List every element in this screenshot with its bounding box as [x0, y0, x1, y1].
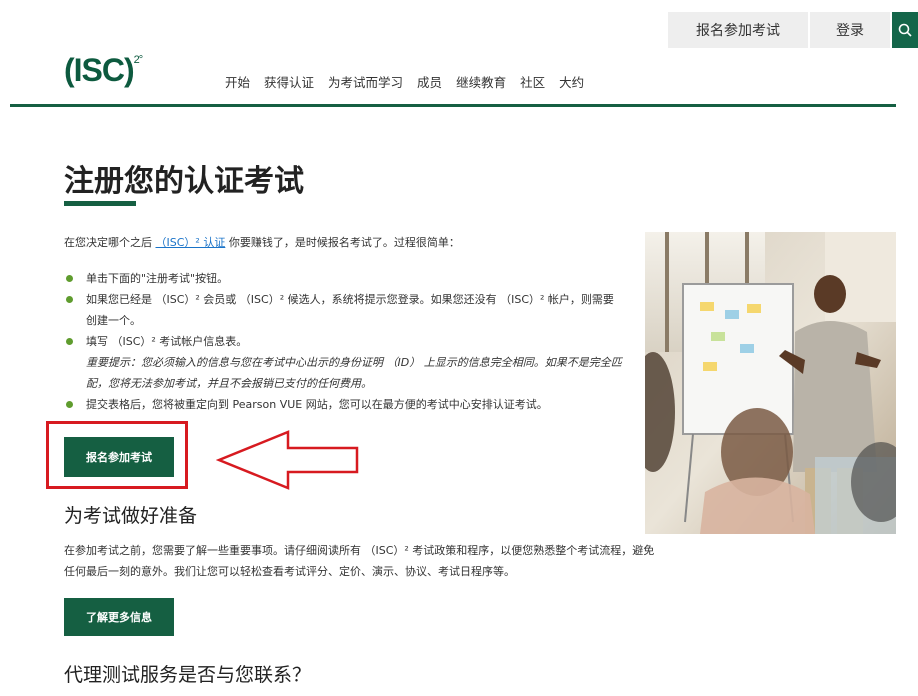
- step-1-text: 单击下面的"注册考试"按钮。: [86, 272, 229, 285]
- intro-after: 你要赚钱了，是时候报名考试了。过程很简单：: [228, 236, 460, 249]
- nav-item-community[interactable]: 社区: [520, 72, 545, 91]
- list-item: 提交表格后，您将被重定向到 Pearson VUE 网站，您可以在最方便的考试中…: [64, 394, 624, 415]
- list-item: 填写 （ISC）² 考试帐户信息表。 重要提示：您必须输入的信息与您在考试中心出…: [64, 331, 624, 394]
- bullet-icon: [66, 338, 73, 345]
- step-4-text: 提交表格后，您将被重定向到 Pearson VUE 网站，您可以在最方便的考试中…: [86, 398, 548, 411]
- main-nav: 开始 获得认证 为考试而学习 成员 继续教育 社区 大约: [225, 72, 598, 91]
- list-item: 单击下面的"注册考试"按钮。: [64, 268, 624, 289]
- prepare-paragraph: 在参加考试之前，您需要了解一些重要事项。请仔细阅读所有 （ISC）² 考试政策和…: [64, 544, 655, 578]
- top-register-button[interactable]: 报名参加考试: [668, 12, 808, 48]
- bullet-icon: [66, 275, 73, 282]
- page-title: 注册您的认证考试: [64, 164, 304, 199]
- logo-superscript: 2°: [133, 54, 143, 67]
- bullet-icon: [66, 296, 73, 303]
- classroom-photo: [645, 232, 896, 534]
- search-button[interactable]: [892, 12, 918, 48]
- list-item: 如果您已经是 （ISC）² 会员或 （ISC）² 候选人，系统将提示您登录。如果…: [64, 289, 624, 331]
- nav-item-certify[interactable]: 获得认证: [264, 72, 314, 91]
- isc2-logo[interactable]: (ISC)2°: [64, 52, 143, 89]
- login-button[interactable]: 登录: [810, 12, 890, 48]
- step-2-text: 如果您已经是 （ISC）² 会员或 （ISC）² 候选人，系统将提示您登录。如果…: [86, 293, 614, 327]
- intro-before: 在您决定哪个之后: [64, 236, 152, 249]
- registration-steps: 单击下面的"注册考试"按钮。 如果您已经是 （ISC）² 会员或 （ISC）² …: [64, 268, 624, 415]
- step-3-text: 填写 （ISC）² 考试帐户信息表。: [86, 335, 248, 348]
- logo-text: (ISC): [64, 52, 135, 88]
- top-utility-bar: 报名参加考试 登录: [666, 12, 918, 48]
- presenter-illustration: [645, 232, 896, 534]
- nav-item-start[interactable]: 开始: [225, 72, 250, 91]
- nav-item-study[interactable]: 为考试而学习: [328, 72, 403, 91]
- nav-item-education[interactable]: 继续教育: [456, 72, 506, 91]
- intro-text: 在您决定哪个之后 （ISC）² 认证 你要赚钱了，是时候报名考试了。过程很简单：: [64, 234, 460, 250]
- register-exam-button[interactable]: 报名参加考试: [64, 437, 174, 477]
- proxy-heading: 代理测试服务是否与您联系？: [64, 664, 312, 686]
- prepare-heading: 为考试做好准备: [64, 505, 198, 527]
- learn-more-button[interactable]: 了解更多信息: [64, 598, 174, 636]
- nav-item-members[interactable]: 成员: [417, 72, 442, 91]
- nav-item-about[interactable]: 大约: [559, 72, 584, 91]
- certification-link[interactable]: （ISC）² 认证: [156, 236, 226, 249]
- nav-divider: [10, 104, 896, 107]
- left-arrow-annotation-icon: [216, 430, 359, 490]
- title-underline: [64, 201, 136, 206]
- bullet-icon: [66, 401, 73, 408]
- search-icon: [898, 23, 912, 37]
- important-note: 重要提示：您必须输入的信息与您在考试中心出示的身份证明 （ID） 上显示的信息完…: [86, 356, 622, 390]
